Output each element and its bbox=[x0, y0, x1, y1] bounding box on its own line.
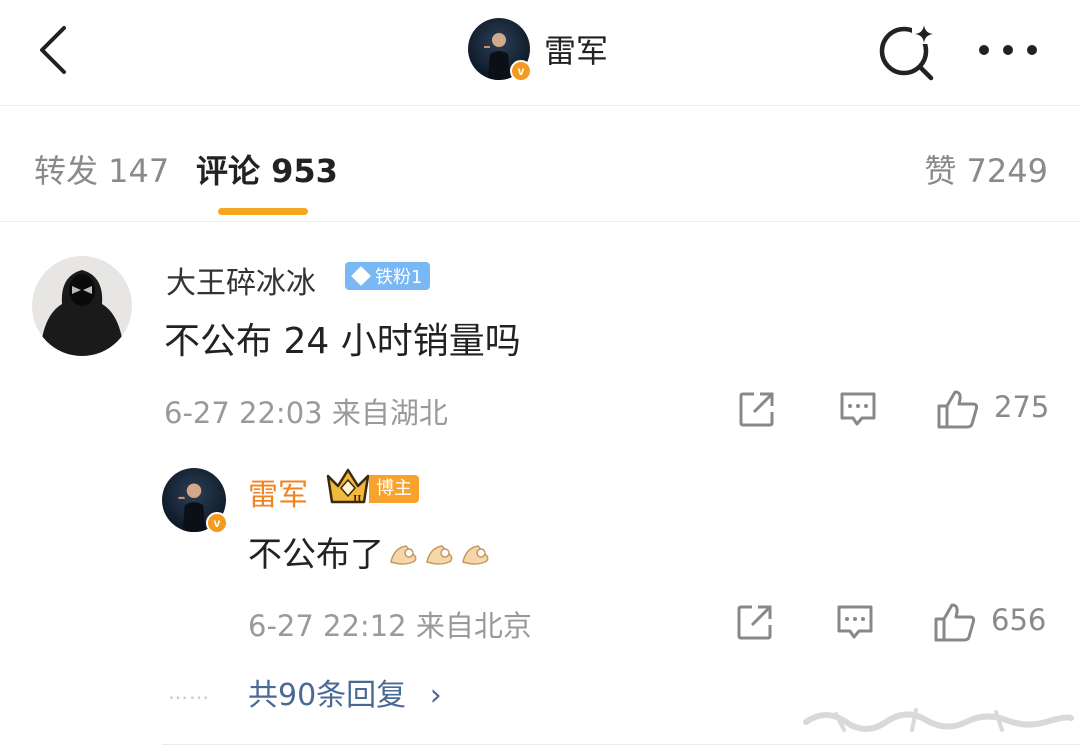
comment-text: 不公布 24 小时销量吗 bbox=[164, 321, 521, 362]
more-dots-icon bbox=[979, 45, 1037, 55]
like-count: 275 bbox=[994, 390, 1050, 424]
more-options-button[interactable] bbox=[976, 30, 1040, 70]
svg-text:II: II bbox=[353, 493, 362, 505]
thumbs-up-icon bbox=[934, 603, 976, 642]
back-button[interactable] bbox=[30, 20, 80, 80]
verified-badge: v bbox=[510, 60, 532, 82]
share-icon bbox=[739, 392, 774, 427]
thumbs-up-icon bbox=[937, 390, 979, 429]
ok-hand-emoji bbox=[426, 544, 453, 565]
ok-hand-emoji bbox=[462, 544, 489, 565]
comment-bubble-icon bbox=[837, 605, 873, 639]
crown-icon: II bbox=[324, 466, 372, 506]
fan-badge: 铁粉1 bbox=[345, 262, 431, 290]
tab-bar: 转发 147 评论 953 赞 7249 bbox=[0, 106, 1080, 222]
search-sparkle-icon bbox=[879, 24, 934, 81]
active-tab-indicator bbox=[218, 208, 308, 215]
blogger-badge: 博主 bbox=[369, 475, 419, 503]
tab-likes[interactable]: 赞 7249 bbox=[924, 146, 1048, 192]
tab-comments[interactable]: 评论 953 bbox=[196, 146, 338, 192]
profile-header[interactable]: v 雷军 bbox=[468, 18, 608, 82]
reply-meta: 6-27 22:12 来自北京 bbox=[248, 609, 532, 643]
reply-avatar[interactable]: v bbox=[162, 468, 228, 534]
commenter-username[interactable]: 大王碎冰冰 bbox=[166, 258, 316, 302]
reply-share-button[interactable] bbox=[736, 603, 774, 645]
ok-hand-emoji bbox=[390, 544, 417, 565]
share-button[interactable] bbox=[738, 390, 776, 432]
top-bar: v 雷军 bbox=[0, 0, 1080, 106]
chevron-right-icon: › bbox=[429, 678, 442, 713]
header-username[interactable]: 雷军 bbox=[544, 26, 608, 72]
reply-like-count: 656 bbox=[991, 603, 1047, 637]
reply-username[interactable]: 雷军 bbox=[248, 470, 308, 514]
avatar[interactable]: v bbox=[468, 18, 532, 82]
share-icon bbox=[737, 605, 772, 640]
comment-meta: 6-27 22:03 来自湖北 bbox=[164, 396, 448, 430]
like-button[interactable] bbox=[936, 388, 980, 434]
commenter-avatar[interactable] bbox=[32, 256, 132, 356]
fan-badge-label: 铁粉1 bbox=[375, 267, 423, 288]
diamond-icon bbox=[351, 266, 371, 286]
verified-badge: v bbox=[206, 512, 228, 534]
back-chevron-icon bbox=[40, 26, 66, 74]
dotted-leader: …… bbox=[168, 680, 210, 704]
comment-bubble-icon bbox=[840, 392, 876, 426]
reply-text-body: 不公布了 bbox=[248, 535, 384, 575]
reply-text: 不公布了 bbox=[248, 527, 492, 576]
search-button[interactable] bbox=[876, 20, 938, 82]
view-more-replies-link[interactable]: 共90条回复 › bbox=[248, 670, 442, 714]
more-replies-label[interactable]: 共90条回复 bbox=[248, 678, 406, 713]
hooded-figure-icon bbox=[40, 270, 124, 356]
divider bbox=[162, 744, 1080, 745]
reply-comment-button[interactable] bbox=[835, 603, 875, 645]
tab-forward[interactable]: 转发 147 bbox=[34, 146, 169, 192]
reply-like-button[interactable] bbox=[933, 601, 977, 647]
comment-button[interactable] bbox=[838, 390, 878, 432]
watermark-scribble bbox=[803, 708, 1074, 732]
